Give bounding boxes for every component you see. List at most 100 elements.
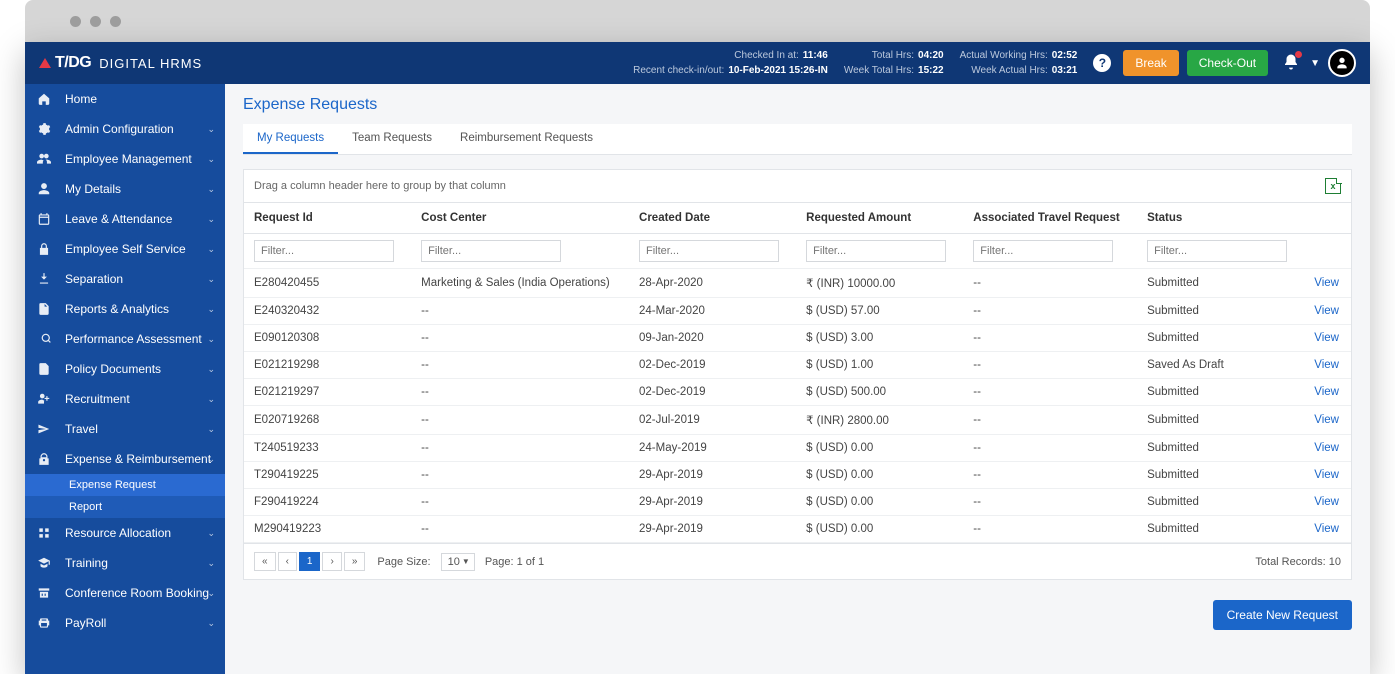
table-cell: -- (963, 516, 1137, 543)
group-by-bar[interactable]: Drag a column header here to group by th… (244, 170, 1351, 202)
page-size-select[interactable]: 10 (441, 553, 475, 571)
tab-reimbursement-requests[interactable]: Reimbursement Requests (446, 124, 607, 154)
view-link[interactable]: View (1314, 332, 1339, 344)
sidebar-subitem-label: Report (69, 501, 102, 513)
sidebar-subitem-expense-request[interactable]: Expense Request (25, 474, 225, 496)
sidebar-item-reports-analytics[interactable]: Reports & Analytics⌄ (25, 294, 225, 324)
table-row: E090120308--09-Jan-2020$ (USD) 3.00--Sub… (244, 325, 1351, 352)
filter-input[interactable] (639, 240, 779, 262)
sidebar-icon (37, 616, 55, 630)
tab-team-requests[interactable]: Team Requests (338, 124, 446, 154)
table-cell: Saved As Draft (1137, 352, 1304, 379)
table-cell: 29-Apr-2019 (629, 516, 796, 543)
sidebar-item-policy-documents[interactable]: Policy Documents⌄ (25, 354, 225, 384)
table-cell: -- (411, 298, 629, 325)
chevron-down-icon: ⌄ (207, 214, 215, 225)
column-header[interactable]: Requested Amount (796, 203, 963, 234)
pager-prev[interactable]: ‹ (278, 552, 297, 571)
table-cell: Submitted (1137, 516, 1304, 543)
sidebar-item-performance-assessment[interactable]: Performance Assessment⌄ (25, 324, 225, 354)
sidebar-item-recruitment[interactable]: Recruitment ⌄ (25, 384, 225, 414)
browser-chrome (25, 0, 1370, 42)
column-header[interactable]: Associated Travel Request (963, 203, 1137, 234)
sidebar-icon (37, 242, 55, 256)
tab-my-requests[interactable]: My Requests (243, 124, 338, 154)
sidebar-item-conference-room-booking[interactable]: Conference Room Booking⌄ (25, 578, 225, 608)
sidebar-item-payroll[interactable]: PayRoll ⌄ (25, 608, 225, 638)
view-link[interactable]: View (1314, 386, 1339, 398)
sidebar-item-resource-allocation[interactable]: Resource Allocation⌄ (25, 518, 225, 548)
sidebar-item-label: Performance Assessment (65, 332, 202, 346)
table-cell: -- (411, 516, 629, 543)
avatar[interactable] (1328, 49, 1356, 77)
pager-first[interactable]: « (254, 552, 276, 571)
table-cell: 02-Jul-2019 (629, 406, 796, 435)
sidebar-item-label: Resource Allocation (65, 526, 171, 540)
table-cell: Submitted (1137, 325, 1304, 352)
sidebar-item-home[interactable]: Home (25, 84, 225, 114)
table-cell: -- (411, 325, 629, 352)
view-link[interactable]: View (1314, 496, 1339, 508)
filter-input[interactable] (421, 240, 561, 262)
filter-input[interactable] (973, 240, 1113, 262)
sidebar-item-label: Reports & Analytics (65, 302, 169, 316)
view-link[interactable]: View (1314, 277, 1339, 289)
chevron-down-icon: ⌄ (207, 154, 215, 165)
sidebar-item-admin-configuration[interactable]: Admin Configuration⌄ (25, 114, 225, 144)
table-row: F290419224--29-Apr-2019$ (USD) 0.00--Sub… (244, 489, 1351, 516)
checkout-button[interactable]: Check-Out (1187, 50, 1268, 76)
table-cell: F290419224 (244, 489, 411, 516)
break-button[interactable]: Break (1123, 50, 1178, 76)
sidebar-item-my-details[interactable]: My Details⌄ (25, 174, 225, 204)
table-cell: $ (USD) 0.00 (796, 435, 963, 462)
sidebar-item-employee-self-service[interactable]: Employee Self Service⌄ (25, 234, 225, 264)
table-cell: E280420455 (244, 269, 411, 298)
pager-page-1[interactable]: 1 (299, 552, 321, 571)
view-link[interactable]: View (1314, 414, 1339, 426)
table-cell: E240320432 (244, 298, 411, 325)
pager-next[interactable]: › (322, 552, 341, 571)
chevron-down-icon: ⌄ (207, 588, 215, 599)
sidebar-item-training[interactable]: Training⌄ (25, 548, 225, 578)
filter-input[interactable] (1147, 240, 1287, 262)
chevron-down-icon: ⌄ (207, 364, 215, 375)
pager-last[interactable]: » (344, 552, 366, 571)
create-new-request-button[interactable]: Create New Request (1213, 600, 1352, 630)
brand-logo[interactable]: T/DG DIGITAL HRMS (25, 54, 202, 72)
sidebar-item-separation[interactable]: Separation⌄ (25, 264, 225, 294)
page-size-label: Page Size: (377, 556, 430, 568)
chevron-down-icon: ⌄ (207, 394, 215, 405)
chevron-down-icon: ⌄ (207, 618, 215, 629)
view-link[interactable]: View (1314, 305, 1339, 317)
sidebar-item-label: Recruitment (65, 392, 130, 406)
filter-input[interactable] (254, 240, 394, 262)
table-cell: T290419225 (244, 462, 411, 489)
column-header[interactable]: Request Id (244, 203, 411, 234)
view-link[interactable]: View (1314, 442, 1339, 454)
sidebar-subitem-report[interactable]: Report (25, 496, 225, 518)
notifications-icon[interactable] (1282, 53, 1300, 74)
sidebar-item-employee-management[interactable]: Employee Management⌄ (25, 144, 225, 174)
table-row: T240519233--24-May-2019$ (USD) 0.00--Sub… (244, 435, 1351, 462)
column-header[interactable]: Cost Center (411, 203, 629, 234)
column-header[interactable] (1304, 203, 1351, 234)
sidebar-icon (37, 122, 55, 136)
table-row: E280420455Marketing & Sales (India Opera… (244, 269, 1351, 298)
page-title: Expense Requests (243, 96, 1352, 114)
sidebar-item-leave-attendance[interactable]: Leave & Attendance⌄ (25, 204, 225, 234)
filter-input[interactable] (806, 240, 946, 262)
triangle-icon (39, 58, 51, 68)
view-link[interactable]: View (1314, 523, 1339, 535)
export-excel-icon[interactable]: x (1325, 178, 1341, 194)
sidebar-item-travel[interactable]: Travel⌄ (25, 414, 225, 444)
table-cell: -- (411, 462, 629, 489)
sidebar-item-label: PayRoll (65, 616, 106, 630)
view-link[interactable]: View (1314, 359, 1339, 371)
stat-total: Total Hrs:04:20 Week Total Hrs:15:22 (836, 48, 952, 78)
column-header[interactable]: Created Date (629, 203, 796, 234)
sidebar-item-expense-reimbursement[interactable]: Expense & Reimbursement⌄ (25, 444, 225, 474)
view-link[interactable]: View (1314, 469, 1339, 481)
chevron-down-icon[interactable]: ▼ (1310, 58, 1320, 69)
help-icon[interactable]: ? (1093, 54, 1111, 72)
column-header[interactable]: Status (1137, 203, 1304, 234)
